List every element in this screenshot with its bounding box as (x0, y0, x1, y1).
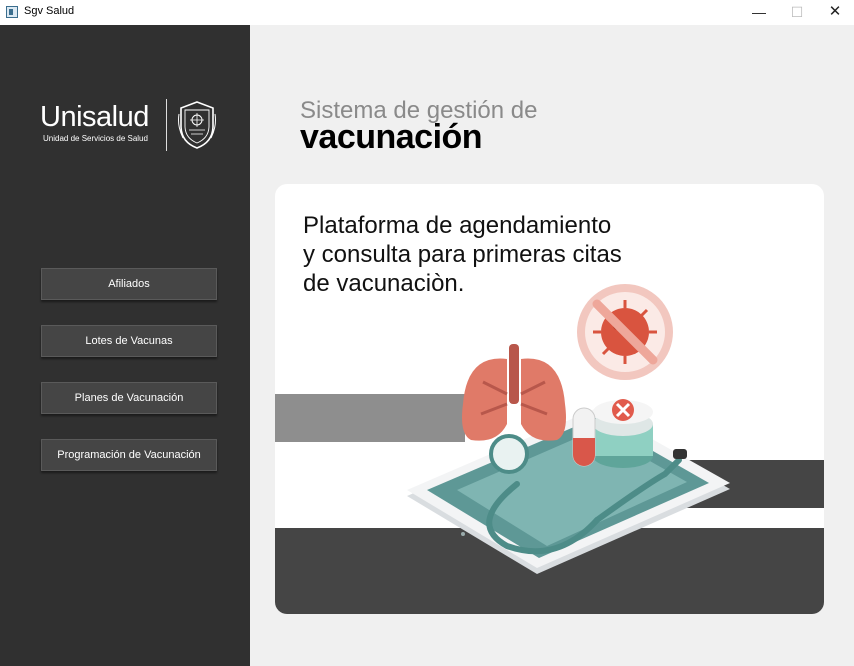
heading-line-2: vacunación (300, 118, 483, 156)
nav-button-lotes-de-vacunas[interactable]: Lotes de Vacunas (41, 325, 217, 357)
phone-icon (407, 408, 730, 574)
nav-button-afiliados[interactable]: Afiliados (41, 268, 217, 300)
title-bar: Sgv Salud — ☐ ✕ (0, 0, 854, 25)
info-card: Plataforma de agendamiento y consulta pa… (275, 184, 824, 614)
crest-icon (178, 101, 216, 149)
medicine-jar-icon (593, 399, 653, 468)
sidebar: Unisalud Unidad de Servicios de Salud Af… (0, 25, 250, 666)
pill-capsule-icon (572, 407, 596, 467)
stethoscope-earpiece (673, 449, 687, 459)
minimize-icon[interactable]: — (740, 0, 778, 25)
window-title: Sgv Salud (24, 5, 75, 17)
logo-divider (166, 99, 167, 151)
lungs-icon (462, 344, 566, 441)
nav-button-programacion-de-vacunacion[interactable]: Programación de Vacunación (41, 439, 217, 471)
virus-forbidden-icon (577, 284, 673, 380)
close-icon[interactable]: ✕ (816, 0, 854, 25)
logo-name: Unisalud (40, 101, 149, 133)
logo-subtitle: Unidad de Servicios de Salud (43, 134, 148, 143)
vaccination-illustration (407, 284, 730, 574)
main-panel: Sistema de gestión de vacunación Platafo… (250, 25, 854, 666)
maximize-icon[interactable]: ☐ (778, 0, 816, 25)
stethoscope-chest-piece (489, 434, 529, 474)
nav-button-planes-de-vacunacion[interactable]: Planes de Vacunación (41, 382, 217, 414)
app-icon (6, 6, 18, 18)
